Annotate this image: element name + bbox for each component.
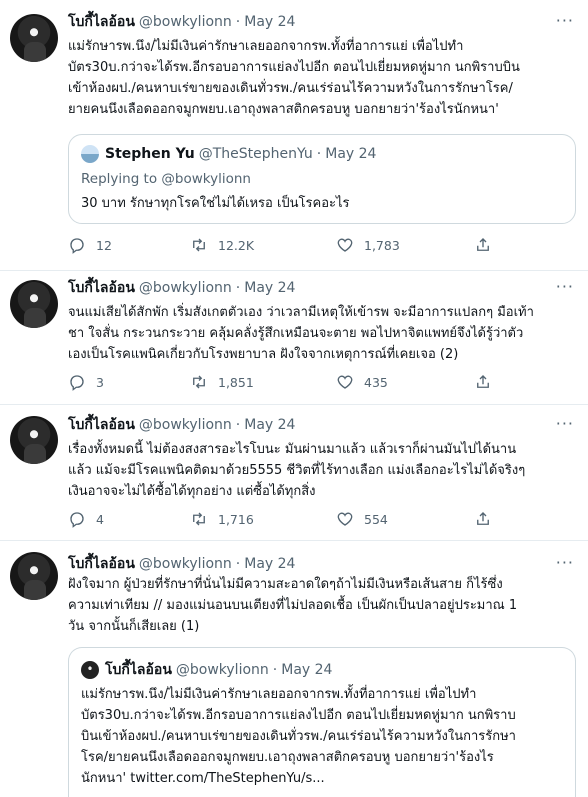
share-button[interactable]: [474, 373, 502, 391]
retweet-button[interactable]: 1,851: [190, 373, 254, 391]
tweet-header: โบกี้ไลอ้อน @bowkylionn · May 24: [68, 278, 295, 298]
author-name[interactable]: โบกี้ไลอ้อน: [68, 11, 135, 33]
share-icon: [477, 375, 489, 388]
tweet-text: ฝังใจมาก ผู้ป่วยที่รักษาที่นั่นไม่มีความ…: [68, 577, 518, 634]
separator-dot: ·: [235, 417, 241, 433]
separator-dot: ·: [235, 280, 241, 296]
avatar[interactable]: [10, 552, 58, 600]
tweet-date[interactable]: May 24: [244, 417, 295, 433]
author-name[interactable]: โบกี้ไลอ้อน: [68, 277, 135, 299]
avatar[interactable]: [10, 416, 58, 464]
quote-avatar: [81, 661, 99, 679]
separator-dot: ·: [235, 556, 241, 572]
tweet-text: เรื่องทั้งหมดนี้ ไม่ต้องสงสารอะไรโบนะ มั…: [68, 442, 526, 499]
author-handle[interactable]: @bowkylionn: [139, 417, 232, 433]
tweet-actions: 12 12.2K 1,783: [68, 236, 498, 256]
tweet-date[interactable]: May 24: [244, 280, 295, 296]
tweet-header: โบกี้ไลอ้อน @bowkylionn · May 24: [68, 415, 295, 435]
author-handle[interactable]: @bowkylionn: [139, 14, 232, 30]
like-count: 1,783: [364, 237, 400, 253]
reply-icon: [70, 238, 84, 254]
heart-icon: [337, 512, 353, 526]
share-button[interactable]: [474, 510, 502, 528]
quote-author-name: โบกี้ไลอ้อน: [105, 662, 172, 678]
retweet-count: 1,716: [218, 511, 254, 527]
tweet-text: แม่รักษารพ.นึง/ไม่มีเงินค่ารักษาเลยออกจา…: [68, 39, 520, 117]
reply-count: 4: [96, 511, 104, 527]
tweet-date[interactable]: May 24: [244, 556, 295, 572]
reply-button[interactable]: 3: [68, 373, 104, 391]
quote-date: May 24: [281, 662, 333, 678]
reply-icon: [70, 512, 84, 528]
quoted-tweet[interactable]: Stephen Yu @TheStephenYu · May 24 Replyi…: [68, 134, 576, 224]
tweet-text: จนแม่เสียได้สักพัก เริ่มสังเกตตัวเอง ว่า…: [68, 305, 534, 362]
reply-count: 12: [96, 237, 112, 253]
separator-dot: ·: [235, 14, 241, 30]
tweet[interactable]: โบกี้ไลอ้อน @bowkylionn · May 24 ··· แม่…: [0, 0, 588, 270]
tweet[interactable]: โบกี้ไลอ้อน @bowkylionn · May 24 ··· ฝัง…: [0, 541, 588, 797]
heart-icon: [337, 238, 353, 252]
more-horizontal-icon[interactable]: ···: [556, 555, 574, 571]
heart-icon: [337, 375, 353, 389]
avatar[interactable]: [10, 14, 58, 62]
share-button[interactable]: [474, 236, 502, 254]
retweet-button[interactable]: 12.2K: [190, 236, 254, 254]
retweet-icon: [193, 238, 205, 252]
tweet[interactable]: โบกี้ไลอ้อน @bowkylionn · May 24 ··· เรื…: [0, 405, 588, 540]
reply-button[interactable]: 4: [68, 510, 104, 528]
quote-date: May 24: [325, 146, 377, 162]
replying-to: Replying to @bowkylionn: [81, 171, 251, 187]
author-handle[interactable]: @bowkylionn: [139, 280, 232, 296]
tweet-header: โบกี้ไลอ้อน @bowkylionn · May 24: [68, 554, 295, 574]
quote-author-handle: @bowkylionn: [175, 662, 269, 678]
more-horizontal-icon[interactable]: ···: [556, 416, 574, 432]
like-count: 554: [364, 511, 388, 527]
reply-icon: [70, 375, 84, 391]
retweet-count: 12.2K: [218, 237, 255, 253]
retweet-icon: [193, 375, 205, 389]
tweet-date[interactable]: May 24: [244, 14, 295, 30]
like-count: 435: [364, 374, 388, 390]
more-horizontal-icon[interactable]: ···: [556, 13, 574, 29]
tweet-actions: 3 1,851 435: [68, 373, 498, 393]
retweet-count: 1,851: [218, 374, 254, 390]
like-button[interactable]: 1,783: [336, 236, 400, 254]
more-horizontal-icon[interactable]: ···: [556, 279, 574, 295]
quote-header: Stephen Yu @TheStephenYu · May 24: [81, 145, 376, 163]
tweet-actions: 4 1,716 554: [68, 510, 498, 530]
tweet[interactable]: โบกี้ไลอ้อน @bowkylionn · May 24 ··· จนแ…: [0, 271, 588, 404]
separator-dot: ·: [316, 146, 322, 162]
author-name[interactable]: โบกี้ไลอ้อน: [68, 414, 135, 436]
quote-header: โบกี้ไลอ้อน @bowkylionn · May 24: [81, 659, 332, 681]
author-name[interactable]: โบกี้ไลอ้อน: [68, 553, 135, 575]
avatar[interactable]: [10, 280, 58, 328]
quote-author-name: Stephen Yu: [105, 146, 195, 162]
quoted-tweet[interactable]: โบกี้ไลอ้อน @bowkylionn · May 24 แม่รักษ…: [68, 647, 576, 797]
reply-count: 3: [96, 374, 104, 390]
quote-text: 30 บาท รักษาทุกโรคใช่ไม่ได้เหรอ เป็นโรคอ…: [81, 196, 350, 211]
tweet-header: โบกี้ไลอ้อน @bowkylionn · May 24: [68, 12, 295, 32]
retweet-button[interactable]: 1,716: [190, 510, 254, 528]
quote-author-handle: @TheStephenYu: [198, 146, 313, 162]
reply-button[interactable]: 12: [68, 236, 112, 254]
quote-text: แม่รักษารพ.นึง/ไม่มีเงินค่ารักษาเลยออกจา…: [81, 687, 516, 786]
author-handle[interactable]: @bowkylionn: [139, 556, 232, 572]
retweet-icon: [193, 512, 205, 526]
share-icon: [477, 238, 489, 251]
like-button[interactable]: 435: [336, 373, 388, 391]
like-button[interactable]: 554: [336, 510, 388, 528]
share-icon: [477, 512, 489, 525]
quote-avatar: [81, 145, 99, 163]
separator-dot: ·: [272, 662, 278, 678]
